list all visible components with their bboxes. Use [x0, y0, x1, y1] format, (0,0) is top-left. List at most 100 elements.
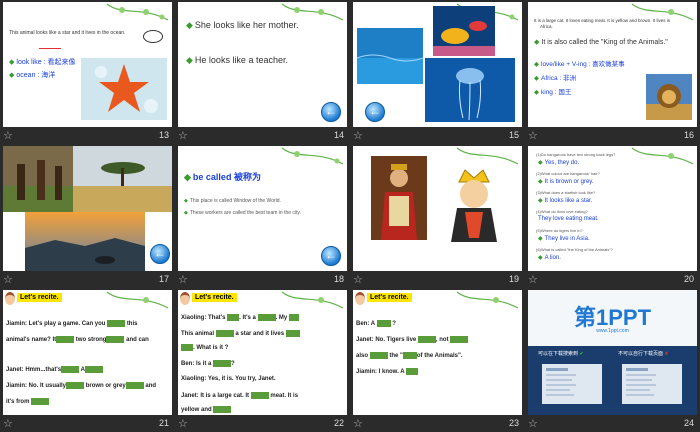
slide-thumb-16[interactable]: It is a large cat. It loves eating meat.…: [525, 0, 700, 144]
slide-thumb-19[interactable]: ☆ 19: [350, 144, 525, 288]
bullet-icon: ◆: [534, 75, 539, 82]
transition-star-icon: ☆: [353, 418, 363, 430]
slide-number: 15: [508, 130, 519, 140]
savanna-photo: [73, 146, 172, 212]
blank-box: [213, 360, 232, 367]
blank-box: [215, 330, 234, 337]
slide-21-canvas: Let's recite. Jiamin: Let's play a game.…: [3, 290, 172, 415]
slide-thumb-18[interactable]: ◆ be called 被称为 ◆ This place is called Win…: [175, 144, 350, 288]
question-4: (4)What do lions love eating?: [536, 209, 588, 214]
sentence-1: She looks like her mother.: [194, 20, 299, 30]
blank-box: [250, 392, 269, 399]
vine-decoration-icon: [281, 147, 344, 165]
slide-14-canvas: ◆ She looks like her mother. ◆ He looks li…: [178, 2, 347, 127]
slide-16-canvas: It is a large cat. It loves eating meat.…: [528, 2, 697, 127]
blank-box: [31, 398, 50, 405]
line-1-cont: this: [126, 321, 138, 328]
transition-star-icon: ☆: [528, 130, 538, 142]
screenshot-thumbnail-icon: [542, 364, 602, 404]
section-heading: Let's recite.: [17, 293, 62, 302]
answer-1: Yes, they do.: [544, 160, 580, 166]
vocab-king: king : 国王: [541, 89, 572, 96]
slide-thumb-22[interactable]: Let's recite. Xiaoling: That's . It's a …: [175, 288, 350, 432]
section-heading: Let's recite.: [192, 293, 237, 302]
slide-thumb-21[interactable]: Let's recite. Jiamin: Let's play a game.…: [0, 288, 175, 432]
transition-star-icon: ☆: [353, 274, 363, 286]
slide-thumb-17[interactable]: ☆ 17: [0, 144, 175, 288]
back-arrow-button[interactable]: [321, 246, 341, 266]
bullet-icon: ◆: [184, 210, 188, 216]
line-2-cont: a star and it lives: [235, 331, 285, 338]
blank-box: [56, 336, 75, 343]
cartoon-girl-icon: [5, 292, 15, 305]
bullet-icon: ◆: [184, 172, 191, 182]
blank-box: [227, 314, 240, 321]
slide-16-sentence-2: Africa.: [540, 24, 553, 29]
transition-star-icon: ☆: [3, 130, 13, 142]
blank-box: [125, 382, 144, 389]
starfish-photo: [81, 58, 167, 120]
slide-15-canvas: [353, 2, 522, 127]
blank-box: [376, 320, 391, 327]
slide-thumb-23[interactable]: Let's recite. Ben: A ? Janet: No. Tigers…: [350, 288, 525, 432]
blank-box: [402, 352, 417, 359]
slide-number: 16: [683, 130, 694, 140]
sunset-landscape-photo: [25, 212, 145, 271]
example-2: These workers are called the best team i…: [189, 210, 301, 216]
blank-box: [288, 314, 299, 321]
lion-photo: [646, 74, 692, 120]
vocab-ocean: ocean : 海洋: [16, 72, 56, 79]
back-arrow-button[interactable]: [365, 102, 385, 122]
blank-box: [257, 314, 276, 321]
slide-thumb-15[interactable]: ☆ 15: [350, 0, 525, 144]
bullet-icon: ◆: [186, 55, 193, 65]
cartoon-girl-icon: [180, 292, 190, 305]
line-5: it's from: [6, 399, 30, 406]
line-3-cont: the ": [389, 353, 403, 360]
transition-star-icon: ☆: [528, 274, 538, 286]
line-1: Ben: A: [356, 321, 375, 328]
back-arrow-button[interactable]: [150, 244, 170, 264]
promo-panel: 可以在下载搜索到 ✔ 不可以自行下载页面 ✘: [528, 346, 697, 415]
line-1-end: . My: [275, 315, 288, 322]
slide-thumb-24[interactable]: 第1PPT www.1ppt.com 可以在下载搜索到 ✔ 不可以自行下载页面 …: [525, 288, 700, 432]
transition-star-icon: ☆: [178, 418, 188, 430]
blank-box: [450, 336, 469, 343]
line-3-end: of the Animals".: [416, 353, 463, 360]
slide-23-canvas: Let's recite. Ben: A ? Janet: No. Tigers…: [353, 290, 522, 415]
transition-star-icon: ☆: [178, 274, 188, 286]
sentence-2: He looks like a teacher.: [194, 55, 288, 65]
brand-url: www.1ppt.com: [596, 328, 629, 334]
bullet-icon: ◆: [538, 198, 543, 204]
king-portrait-photo: [371, 156, 427, 240]
line-3: also: [356, 353, 369, 360]
slide-13-sentence: This animal looks like a star and it liv…: [9, 30, 126, 36]
answer-4: They love eating meat.: [538, 216, 599, 222]
bullet-icon: ◆: [9, 72, 15, 79]
vine-decoration-icon: [456, 291, 519, 309]
question-6: (6)What is called "the King of the Anima…: [536, 247, 613, 252]
bullet-icon: ◆: [184, 198, 188, 204]
slide-thumb-14[interactable]: ◆ She looks like her mother. ◆ He looks li…: [175, 0, 350, 144]
slide-number: 20: [683, 274, 694, 284]
back-arrow-button[interactable]: [321, 102, 341, 122]
transition-star-icon: ☆: [353, 130, 363, 142]
promo-text-1: 可以在下载搜索到: [538, 351, 579, 357]
slide-13-canvas: This animal looks like a star and it liv…: [3, 2, 172, 127]
line-4: Ben: Is it a: [181, 361, 212, 368]
slide-thumb-13[interactable]: This animal looks like a star and it liv…: [0, 0, 175, 144]
bullet-icon: ◆: [534, 39, 540, 46]
slide-22-canvas: Let's recite. Xiaoling: That's . It's a …: [178, 290, 347, 415]
line-4-cont: brown or grey: [85, 383, 126, 390]
slide-sorter-grid: This animal looks like a star and it liv…: [0, 0, 700, 432]
blank-box: [107, 320, 126, 327]
transition-star-icon: ☆: [3, 274, 13, 286]
line-2-cont: , not: [435, 337, 449, 344]
line-2: This animal: [181, 331, 215, 338]
underline: [39, 48, 61, 49]
line-5: Xiaoling: Yes, it is. You try, Janet.: [181, 376, 276, 382]
slide-number: 13: [158, 130, 169, 140]
slide-thumb-20[interactable]: (1)Do kangaroos have two strong back leg…: [525, 144, 700, 288]
blank-box: [84, 366, 103, 373]
line-3: Janet: Hmm...that's: [6, 367, 62, 374]
